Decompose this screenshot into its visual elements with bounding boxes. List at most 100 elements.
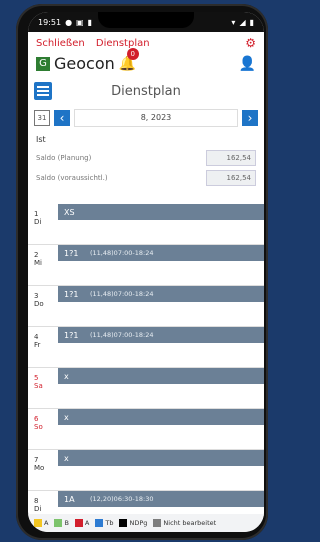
saldo-value: 162,54 [206,150,256,166]
shift-bar[interactable]: x [58,450,264,466]
day-weekday: Do [34,300,44,308]
saldo-row: Saldo (Planung) 162,54 [28,148,264,168]
clock: 19:51 [38,17,62,27]
day-weekday: Sa [34,382,43,390]
top-nav: Schließen Dienstplan ⚙ [28,32,264,54]
legend-item: NDPg [119,519,147,527]
close-link[interactable]: Schließen [36,38,85,49]
day-weekday: Di [34,505,42,513]
shift-code: XS [64,207,75,217]
day-cell: 3 Do [28,286,58,326]
battery-icon: ▮ [249,17,254,27]
shift-time: (11,48)07:00-18:24 [90,290,154,298]
shift-code: 1?1 [64,330,79,340]
day-weekday: Mi [34,259,42,267]
brand: G Geocon 🔔 0 [36,47,139,73]
legend-swatch [153,519,162,527]
shift-code: 1A [64,494,75,504]
shift-time: (11,48)07:00-18:24 [90,331,154,339]
saldo-label: Saldo (voraussichtl.) [36,174,108,182]
shift-sub [58,261,264,285]
saldo-value: 162,54 [206,170,256,186]
bell-icon[interactable]: 🔔 0 [119,47,139,72]
geocon-logo: G [36,56,50,71]
prev-month-button[interactable]: ‹ [54,110,70,126]
day-row[interactable]: 1 Di XS [28,204,264,245]
day-cell: 1 Di [28,204,58,244]
schedule-link[interactable]: Dienstplan [96,38,150,49]
day-row[interactable]: 6 So x [28,409,264,450]
day-cell: 4 Fr [28,327,58,367]
shift-bar[interactable]: 1?1 (11,48)07:00-18:24 [58,245,264,261]
shift-code: 1?1 [64,248,79,258]
day-row[interactable]: 5 Sa x [28,368,264,409]
camera-notch [98,12,194,28]
shift-code: x [64,453,69,463]
legend-swatch [54,519,63,527]
image-icon: ▣ [76,17,84,27]
shift-bar[interactable]: 1?1 (11,48)07:00-18:24 [58,286,264,302]
gear-icon[interactable]: ⚙ [245,36,256,50]
day-row[interactable]: 4 Fr 1?1 (11,48)07:00-18:24 [28,327,264,368]
saldo-label: Saldo (Planung) [36,154,92,162]
day-cell: 5 Sa [28,368,58,408]
legend: A B A Tb NDPg Nicht bearbeitet [28,514,264,532]
page-title: Dienstplan [111,83,181,99]
shift-time: (12,20)06:30-18:30 [90,495,154,503]
legend-item: A [34,519,48,527]
shift-sub [58,466,264,490]
shift-code: x [64,371,69,381]
legend-swatch [74,519,83,527]
header-bar: Dienstplan [28,77,264,105]
month-field[interactable]: 8, 2023 [74,109,238,127]
user-icon[interactable]: 👤 [239,56,256,72]
day-cell: 7 Mo [28,450,58,490]
day-row[interactable]: 2 Mi 1?1 (11,48)07:00-18:24 [28,245,264,286]
legend-item: Tb [95,519,113,527]
calendar-icon[interactable]: 31 [34,110,50,126]
shift-code: 1?1 [64,289,79,299]
day-weekday: Fr [34,341,41,349]
shift-bar[interactable]: XS [58,204,264,220]
app-screen: 19:51 ● ▣ ▮ ▾ ◢ ▮ Schließen Dienstplan ⚙… [28,12,264,532]
shift-sub [58,343,264,367]
day-weekday: So [34,423,43,431]
next-month-button[interactable]: › [242,110,258,126]
shift-sub [58,384,264,408]
day-cell: 6 So [28,409,58,449]
legend-item: A [74,519,89,527]
date-nav: 31 ‹ 8, 2023 › [28,105,264,131]
schedule-list: 1 Di XS 2 Mi 1?1 (11,48)07:00-18:24 3 Do… [28,204,264,532]
day-cell: 2 Mi [28,245,58,285]
bell-badge: 0 [126,47,139,60]
brand-name: Geocon [54,54,115,73]
day-number: 6 [34,415,39,423]
shift-bar[interactable]: x [58,409,264,425]
day-row[interactable]: 3 Do 1?1 (11,48)07:00-18:24 [28,286,264,327]
day-number: 5 [34,374,39,382]
section-label: Ist [36,135,46,144]
battery-icon: ▮ [87,17,93,27]
legend-item: Nicht bearbeitet [153,519,216,527]
signal-icon: ◢ [239,17,246,27]
legend-swatch [95,519,104,527]
shift-sub [58,302,264,326]
day-weekday: Mo [34,464,45,472]
shift-code: x [64,412,69,422]
shift-sub [58,220,264,244]
saldo-row: Saldo (voraussichtl.) 162,54 [28,168,264,188]
wifi-icon: ▾ [231,17,236,27]
day-number: 1 [34,210,39,218]
day-number: 2 [34,251,39,259]
day-weekday: Di [34,218,42,226]
legend-swatch [34,519,42,527]
shift-bar[interactable]: 1A (12,20)06:30-18:30 [58,491,264,507]
shift-bar[interactable]: x [58,368,264,384]
shift-sub [58,425,264,449]
legend-item: B [54,519,69,527]
day-number: 7 [34,456,39,464]
shift-bar[interactable]: 1?1 (11,48)07:00-18:24 [58,327,264,343]
day-number: 8 [34,497,39,505]
shift-time: (11,48)07:00-18:24 [90,249,154,257]
day-row[interactable]: 7 Mo x [28,450,264,491]
